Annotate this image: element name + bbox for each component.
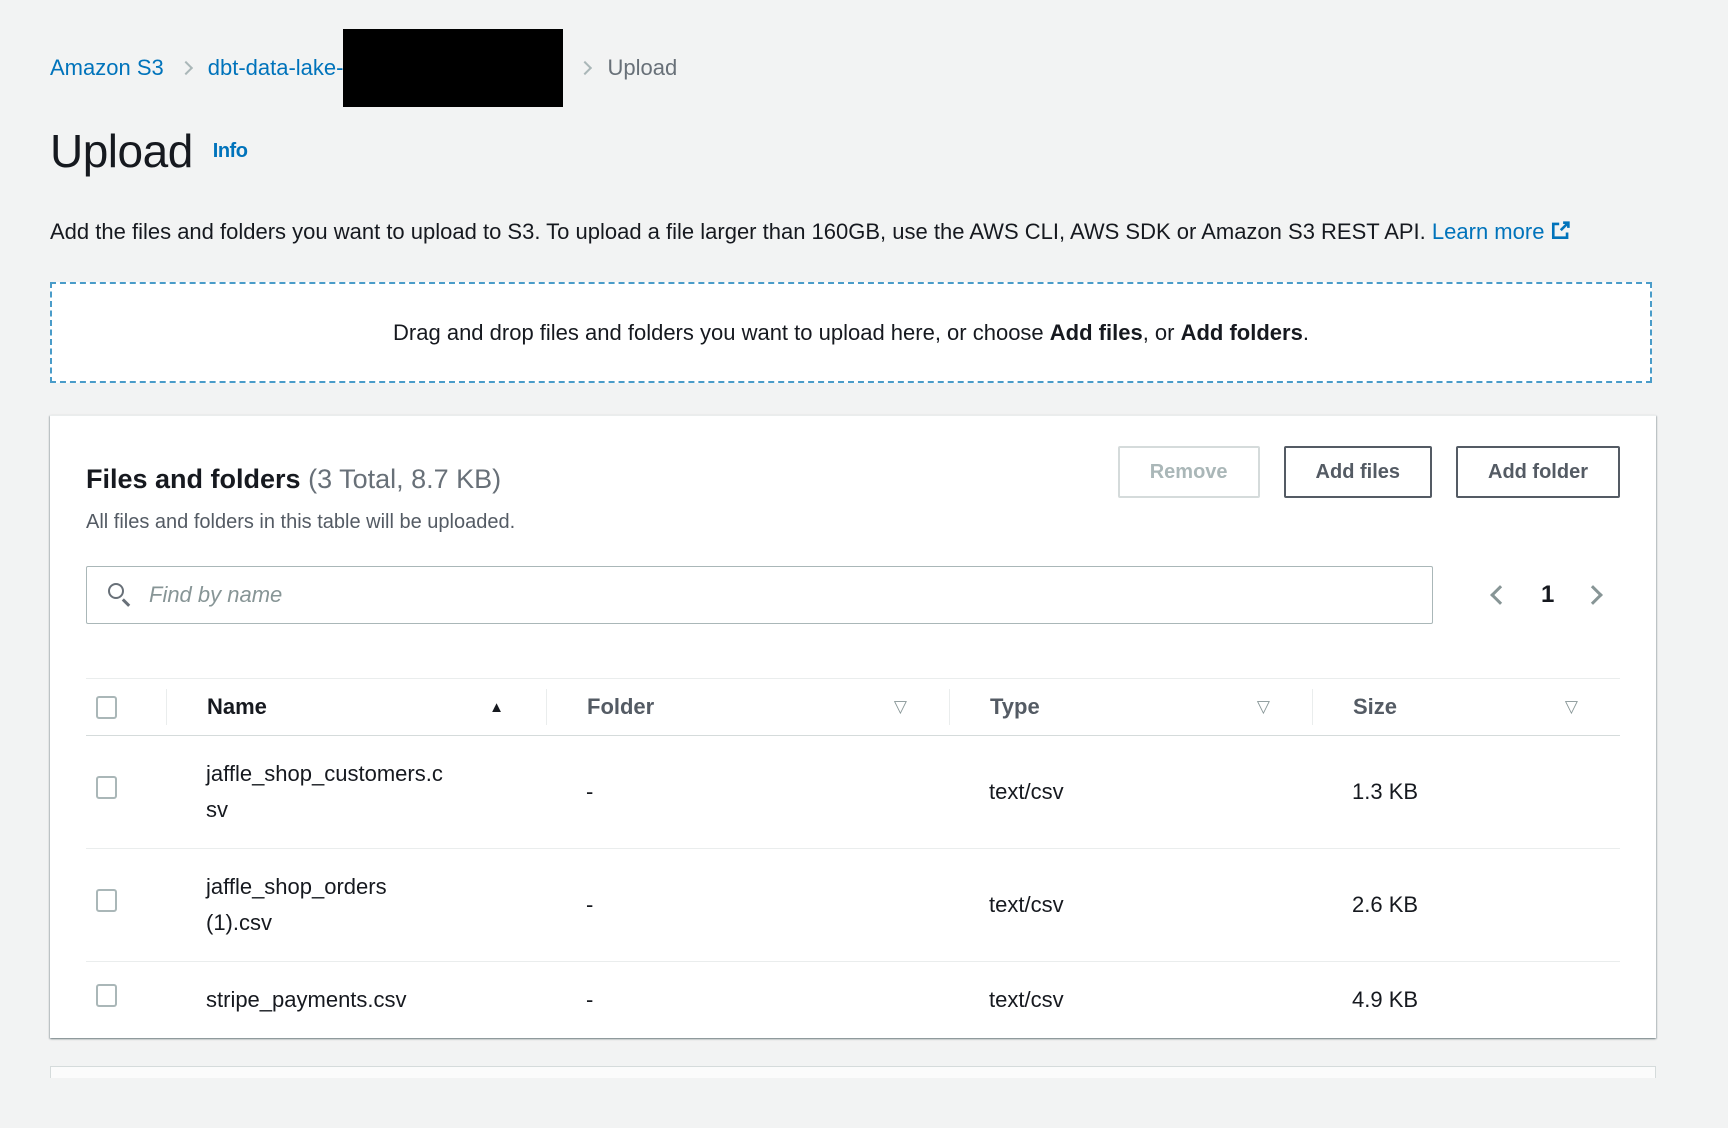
row-select-cell [86,982,166,1018]
file-type: text/csv [949,867,1312,943]
dropzone-text-prefix: Drag and drop files and folders you want… [393,320,1050,345]
table-row: stripe_payments.csv - text/csv 4.9 KB [86,962,1620,1038]
sort-down-icon: ▽ [894,697,907,717]
search-input[interactable] [86,566,1433,624]
table-toolbar: 1 [86,566,1620,624]
column-header-type[interactable]: Type ▽ [949,689,1312,725]
panel-count-summary: (3 Total, 8.7 KB) [308,464,501,494]
panel-title-text: Files and folders [86,464,301,494]
file-size: 4.9 KB [1312,962,1620,1038]
table-row: jaffle_shop_customers.csv - text/csv 1.3… [86,736,1620,849]
file-size: 1.3 KB [1312,754,1620,830]
learn-more-link[interactable]: Learn more [1432,219,1572,244]
panel-subtitle: All files and folders in this table will… [86,511,515,534]
column-header-folder[interactable]: Folder ▽ [546,689,949,725]
description-text: Add the files and folders you want to up… [50,219,1426,244]
next-panel-partial [50,1066,1656,1078]
dropzone-add-folders-text: Add folders [1181,320,1303,345]
file-name: jaffle_shop_orders (1).csv [166,849,486,961]
add-files-button[interactable]: Add files [1284,446,1432,498]
files-table: Name ▲ Folder ▽ Type ▽ Size ▽ [86,678,1620,1038]
files-and-folders-panel: Files and folders (3 Total, 8.7 KB) All … [50,415,1656,1038]
learn-more-label: Learn more [1432,219,1545,244]
column-header-name-label: Name [207,694,267,720]
chevron-left-icon [1490,585,1510,605]
previous-page-button[interactable] [1479,576,1517,614]
breadcrumb-current: Upload [607,55,677,81]
breadcrumb-bucket-link[interactable]: dbt-data-lake- [208,55,344,81]
search-icon [108,583,132,607]
panel-count-text: (3 Total, 8.7 KB) [308,464,501,494]
select-all-checkbox[interactable] [96,696,117,719]
panel-header: Files and folders (3 Total, 8.7 KB) All … [86,446,1620,534]
select-all-cell [86,689,166,725]
chevron-right-icon [179,61,193,75]
file-name: jaffle_shop_customers.csv [166,736,486,848]
remove-button[interactable]: Remove [1118,446,1260,498]
current-page-number[interactable]: 1 [1541,581,1554,609]
file-folder: - [546,962,949,1038]
info-link[interactable]: Info [213,140,248,162]
row-checkbox[interactable] [96,984,117,1007]
file-folder: - [546,754,949,830]
page-title: Upload Info [50,124,1728,178]
table-header-row: Name ▲ Folder ▽ Type ▽ Size ▽ [86,678,1620,736]
add-folder-button[interactable]: Add folder [1456,446,1620,498]
panel-title: Files and folders (3 Total, 8.7 KB) [86,464,515,495]
column-header-name[interactable]: Name ▲ [166,689,546,725]
upload-page: Amazon S3 dbt-data-lake- Upload Upload In… [0,0,1728,1078]
dropzone-add-files-text: Add files [1050,320,1143,345]
chevron-right-icon [1583,585,1603,605]
drag-drop-zone[interactable]: Drag and drop files and folders you want… [50,282,1652,383]
file-name: stripe_payments.csv [166,962,486,1038]
panel-header-text: Files and folders (3 Total, 8.7 KB) All … [86,446,515,534]
column-header-folder-label: Folder [587,694,654,720]
column-header-size[interactable]: Size ▽ [1312,689,1620,725]
sort-down-icon: ▽ [1565,697,1578,717]
file-folder: - [546,867,949,943]
next-page-button[interactable] [1578,576,1616,614]
file-type: text/csv [949,754,1312,830]
dropzone-text-middle: , or [1143,320,1181,345]
row-checkbox[interactable] [96,889,117,912]
pagination: 1 [1479,576,1616,614]
column-header-type-label: Type [990,694,1040,720]
breadcrumb: Amazon S3 dbt-data-lake- Upload [50,38,1728,98]
dropzone-text: Drag and drop files and folders you want… [393,320,1309,346]
dropzone-text-suffix: . [1303,320,1309,345]
row-select-cell [86,887,166,923]
page-description: Add the files and folders you want to up… [50,212,1660,252]
column-header-size-label: Size [1353,694,1397,720]
external-link-icon [1550,220,1571,241]
table-row: jaffle_shop_orders (1).csv - text/csv 2.… [86,849,1620,962]
row-select-cell [86,774,166,810]
search-box [86,566,1433,624]
chevron-right-icon [578,61,592,75]
file-size: 2.6 KB [1312,867,1620,943]
table-body: jaffle_shop_customers.csv - text/csv 1.3… [86,736,1620,1038]
file-type: text/csv [949,962,1312,1038]
sort-down-icon: ▽ [1257,697,1270,717]
row-checkbox[interactable] [96,776,117,799]
page-title-text: Upload [50,125,193,177]
redacted-bucket-name [343,29,563,107]
sort-asc-icon: ▲ [489,699,504,716]
breadcrumb-amazon-s3-link[interactable]: Amazon S3 [50,55,164,81]
panel-actions: Remove Add files Add folder [1118,446,1620,498]
